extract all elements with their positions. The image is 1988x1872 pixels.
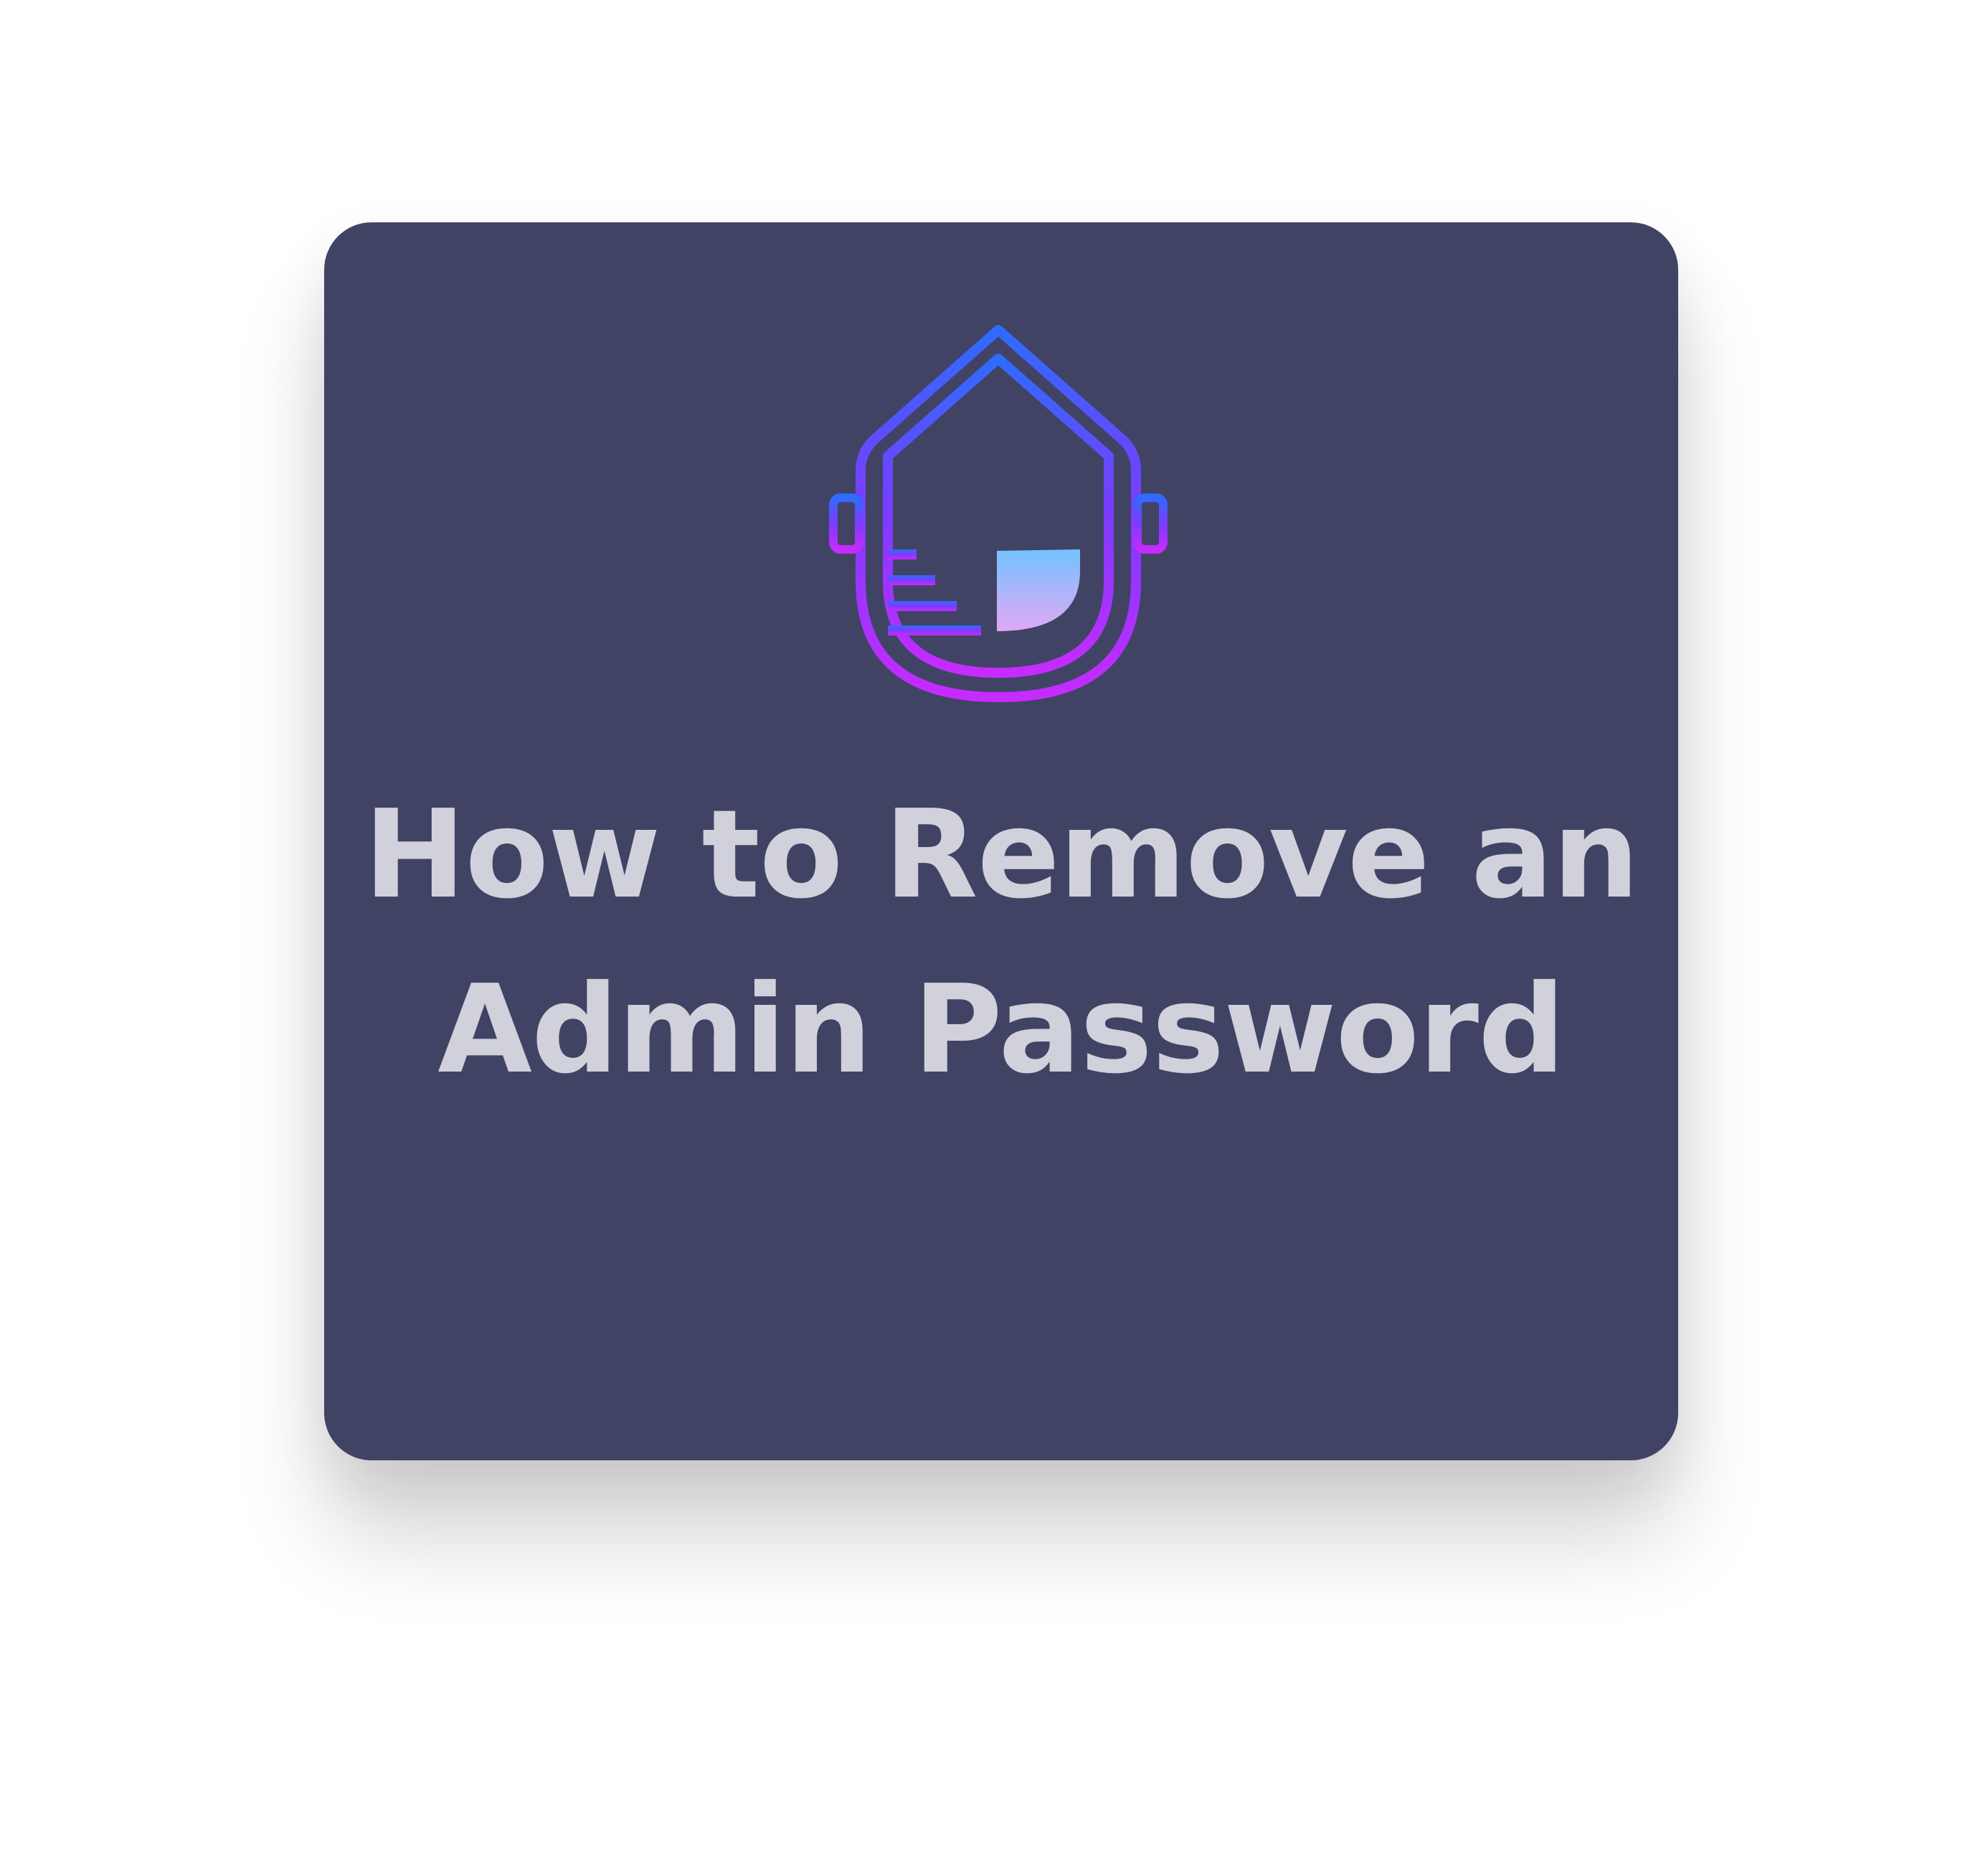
article-title: How to Remove an Admin Password: [353, 767, 1649, 1117]
article-card[interactable]: How to Remove an Admin Password: [324, 222, 1678, 1460]
article-title-line-1: How to Remove an: [364, 784, 1639, 926]
home-security-icon: [812, 317, 1185, 733]
article-title-line-2: Admin Password: [437, 959, 1565, 1101]
